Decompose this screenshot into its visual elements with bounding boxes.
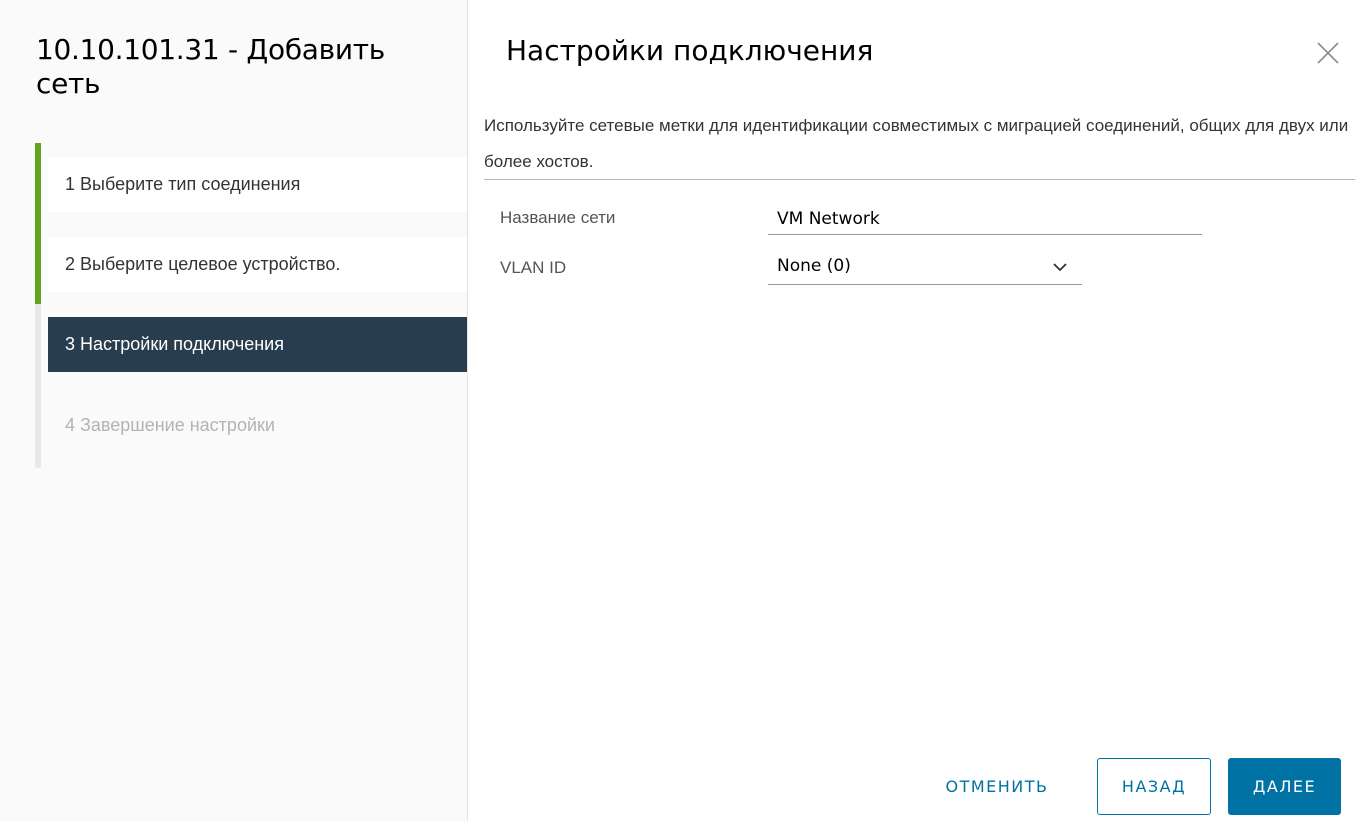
vlan-id-value: None (0) (777, 256, 851, 276)
step-label: 2 Выберите целевое устройство. (65, 254, 341, 274)
chevron-down-icon (1053, 263, 1067, 272)
page-title: Настройки подключения (506, 34, 874, 67)
vlan-id-label: VLAN ID (500, 258, 567, 277)
step-connection-type[interactable]: 1 Выберите тип соединения (48, 157, 467, 212)
network-name-input[interactable] (768, 203, 1202, 235)
steps-progress-complete (35, 143, 41, 304)
wizard-title: 10.10.101.31 - Добавить сеть (36, 33, 385, 100)
step-label: 4 Завершение настройки (65, 415, 275, 435)
description-text: Используйте сетевые метки для идентифика… (484, 116, 1349, 171)
close-icon (1317, 42, 1339, 64)
cancel-button[interactable]: ОТМЕНИТЬ (922, 758, 1072, 815)
next-button[interactable]: ДАЛЕЕ (1228, 758, 1341, 815)
step-target-device[interactable]: 2 Выберите целевое устройство. (48, 237, 467, 292)
step-label: 3 Настройки подключения (65, 334, 284, 354)
close-button[interactable] (1313, 38, 1343, 68)
wizard-sidebar: 10.10.101.31 - Добавить сеть 1 Выберите … (0, 0, 468, 821)
vlan-id-select[interactable]: None (0) (768, 252, 1082, 285)
back-button[interactable]: НАЗАД (1097, 758, 1211, 815)
step-label: 1 Выберите тип соединения (65, 174, 301, 194)
step-ready-to-complete: 4 Завершение настройки (48, 398, 467, 453)
section-divider (484, 179, 1355, 180)
network-name-label: Название сети (500, 208, 616, 227)
step-connection-settings[interactable]: 3 Настройки подключения (48, 317, 467, 372)
